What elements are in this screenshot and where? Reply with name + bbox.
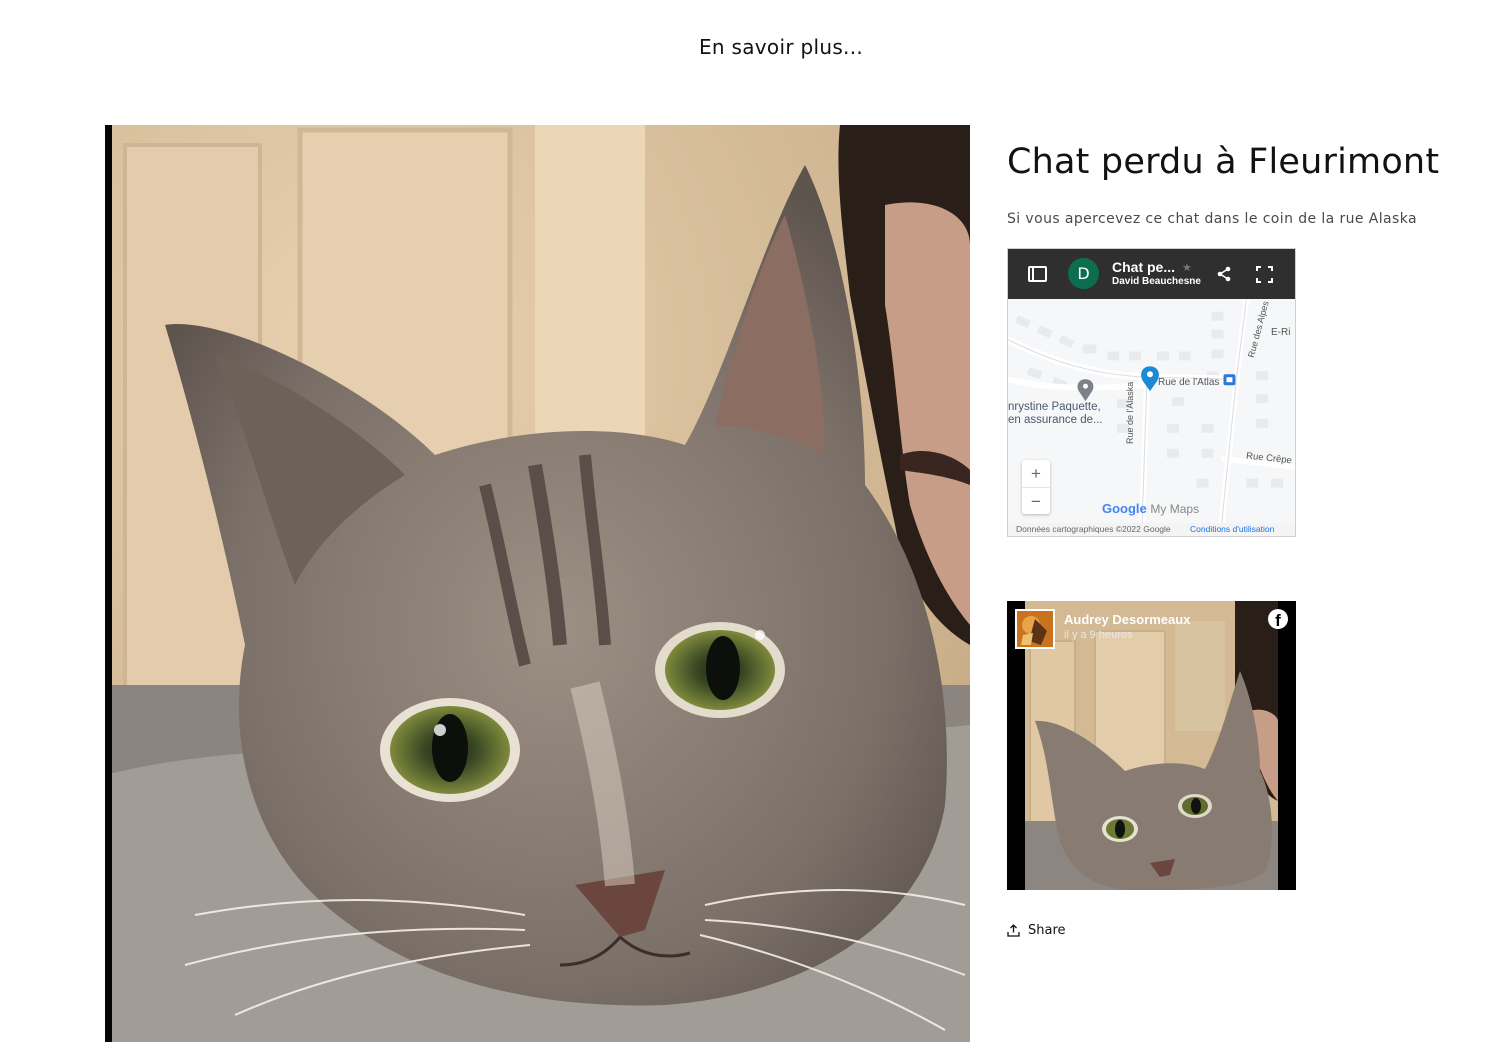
- zoom-in-button[interactable]: +: [1022, 460, 1050, 487]
- panel-icon[interactable]: [1028, 266, 1047, 282]
- zoom-control: + −: [1022, 460, 1050, 514]
- facebook-icon[interactable]: f: [1268, 609, 1288, 629]
- map-header: D Chat pe... ★ David Beauchesne: [1008, 249, 1295, 299]
- street-label: Rue de l'Alaska: [1125, 381, 1135, 444]
- product-title: Chat perdu à Fleurimont: [1007, 142, 1440, 182]
- terms-link[interactable]: Conditions d'utilisation: [1190, 524, 1274, 534]
- facebook-author-avatar[interactable]: [1015, 609, 1055, 649]
- street-label: Rue de l'Atlas: [1158, 377, 1220, 388]
- star-icon[interactable]: ★: [1182, 261, 1192, 274]
- facebook-embed[interactable]: Audrey Desormeaux il y a 9 heures f: [1007, 601, 1296, 890]
- place-label[interactable]: en assurance de...: [1008, 414, 1103, 426]
- my-maps-text: My Maps: [1150, 502, 1200, 516]
- area-label: E-Ri: [1271, 327, 1291, 338]
- learn-more-link[interactable]: En savoir plus...: [0, 35, 1500, 59]
- share-label: Share: [1028, 923, 1066, 938]
- avatar-image: [1017, 611, 1053, 647]
- cat-photo[interactable]: [105, 125, 970, 1042]
- facebook-post-photo[interactable]: [1025, 601, 1278, 890]
- map-attribution: Données cartographiques ©2022 Google: [1016, 524, 1171, 534]
- share-icon[interactable]: [1215, 265, 1233, 283]
- share-button[interactable]: Share: [1007, 923, 1066, 938]
- upload-share-icon: [1007, 924, 1020, 937]
- product-description: Si vous apercevez ce chat dans le coin d…: [1007, 211, 1417, 227]
- facebook-photo-image: [1025, 601, 1278, 890]
- facebook-post-time[interactable]: il y a 9 heures: [1064, 629, 1132, 641]
- google-logo: Google: [1102, 501, 1147, 516]
- zoom-out-button[interactable]: −: [1022, 487, 1050, 514]
- map-author: David Beauchesne: [1112, 276, 1201, 287]
- google-my-maps-logo: Google My Maps: [1102, 501, 1199, 516]
- map-embed[interactable]: D Chat pe... ★ David Beauchesne Rue de l…: [1007, 248, 1296, 537]
- cat-photo-image: [105, 125, 970, 1042]
- map-footer: Données cartographiques ©2022 Google Con…: [1008, 523, 1295, 536]
- map-title[interactable]: Chat pe...: [1112, 259, 1175, 275]
- fullscreen-icon[interactable]: [1256, 266, 1273, 283]
- facebook-author-name[interactable]: Audrey Desormeaux: [1064, 612, 1190, 627]
- place-label[interactable]: nrystine Paquette,: [1008, 401, 1101, 413]
- map-author-avatar: D: [1068, 258, 1099, 289]
